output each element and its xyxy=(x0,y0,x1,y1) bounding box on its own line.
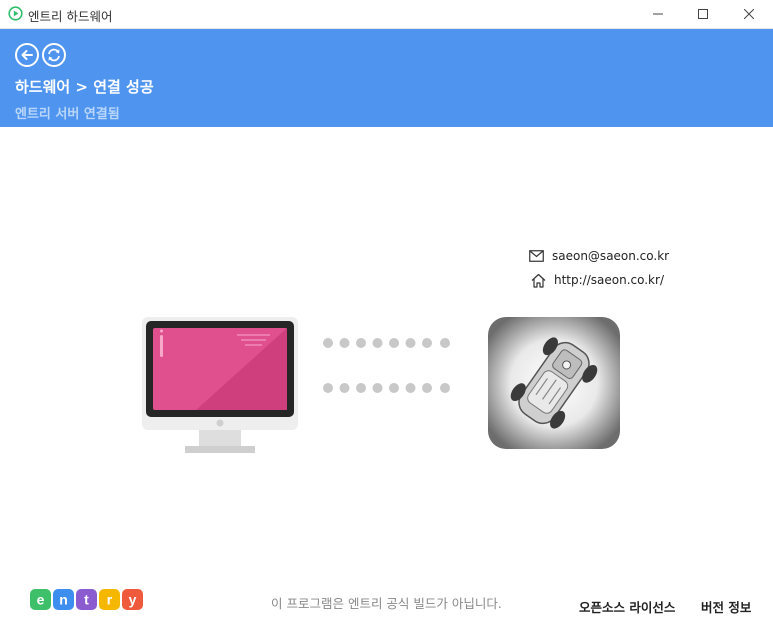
rc-car-image xyxy=(488,317,620,449)
logo-letter: y xyxy=(129,592,137,608)
window-title: 엔트리 하드웨어 xyxy=(28,9,113,24)
logo-letter: n xyxy=(59,592,68,608)
breadcrumb: 하드웨어 > 연결 성공 xyxy=(15,78,154,96)
title-bar: 엔트리 하드웨어 xyxy=(0,0,773,29)
device-email: saeon@saeon.co.kr xyxy=(552,249,670,263)
minimize-button[interactable] xyxy=(648,4,668,24)
connection-dots xyxy=(323,338,450,393)
close-icon xyxy=(744,9,754,19)
logo-letter: e xyxy=(37,592,45,608)
app-icon xyxy=(8,6,23,21)
device-website-row: http://saeon.co.kr/ xyxy=(531,271,664,289)
open-source-license-link[interactable]: 오픈소스 라이선스 xyxy=(579,597,675,616)
close-button[interactable] xyxy=(739,4,759,24)
home-icon xyxy=(531,273,546,288)
device-email-row: saeon@saeon.co.kr xyxy=(529,247,669,265)
monitor-icon xyxy=(142,317,298,453)
minimize-icon xyxy=(653,13,663,15)
logo-letter: r xyxy=(107,592,113,608)
back-arrow-icon xyxy=(21,50,33,60)
maximize-button[interactable] xyxy=(693,4,713,24)
device-website: http://saeon.co.kr/ xyxy=(554,273,664,287)
entry-logo: e n t r y xyxy=(30,589,143,610)
back-button[interactable] xyxy=(15,43,39,67)
maximize-icon xyxy=(698,9,708,19)
logo-letter: t xyxy=(84,592,89,608)
version-info-link[interactable]: 버전 정보 xyxy=(701,597,751,616)
header: 하드웨어 > 연결 성공 엔트리 서버 연결됨 xyxy=(0,29,773,127)
refresh-icon xyxy=(48,48,60,62)
connection-status: 엔트리 서버 연결됨 xyxy=(15,107,120,122)
unofficial-build-notice: 이 프로그램은 엔트리 공식 빌드가 아닙니다. xyxy=(271,596,502,611)
mail-icon xyxy=(529,250,544,262)
refresh-button[interactable] xyxy=(42,43,66,67)
